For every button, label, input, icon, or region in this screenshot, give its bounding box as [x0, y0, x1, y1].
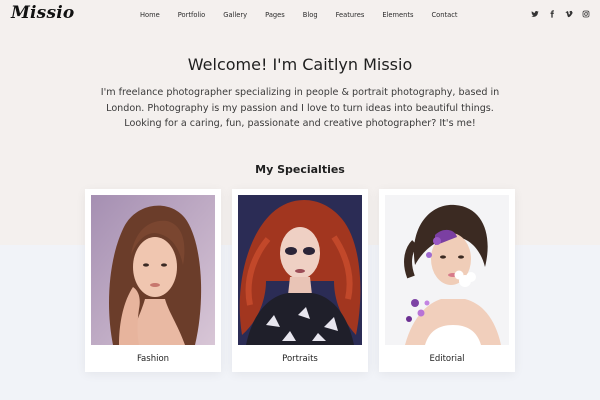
specialty-card-portraits[interactable]: Portraits — [232, 189, 368, 372]
portraits-photo — [238, 195, 362, 345]
card-label: Editorial — [429, 354, 465, 364]
nav-features[interactable]: Features — [336, 10, 365, 20]
nav-elements[interactable]: Elements — [382, 10, 413, 20]
card-label: Fashion — [136, 354, 170, 364]
site-header: Missio Home Portfolio Gallery Pages Blog… — [0, 0, 600, 32]
main-nav: Home Portfolio Gallery Pages Blog Featur… — [140, 10, 458, 20]
hero-title: Welcome! I'm Caitlyn Missio — [187, 55, 413, 74]
nav-blog[interactable]: Blog — [303, 10, 318, 20]
editorial-photo — [385, 195, 509, 345]
card-label: Portraits — [282, 354, 318, 364]
site-logo[interactable]: Missio — [11, 3, 74, 23]
nav-portfolio[interactable]: Portfolio — [178, 10, 206, 20]
twitter-icon[interactable] — [531, 10, 539, 18]
fashion-photo — [91, 195, 215, 345]
nav-pages[interactable]: Pages — [265, 10, 285, 20]
nav-gallery[interactable]: Gallery — [223, 10, 247, 20]
nav-home[interactable]: Home — [140, 10, 160, 20]
vimeo-icon[interactable] — [565, 10, 573, 18]
specialties-title: My Specialties — [255, 163, 345, 176]
nav-contact[interactable]: Contact — [432, 10, 458, 20]
specialty-card-editorial[interactable]: Editorial — [379, 189, 515, 372]
instagram-icon[interactable] — [582, 10, 590, 18]
social-links — [531, 10, 590, 18]
facebook-icon[interactable] — [548, 10, 556, 18]
hero-description: I'm freelance photographer specializing … — [100, 87, 500, 129]
specialty-card-fashion[interactable]: Fashion — [85, 189, 221, 372]
